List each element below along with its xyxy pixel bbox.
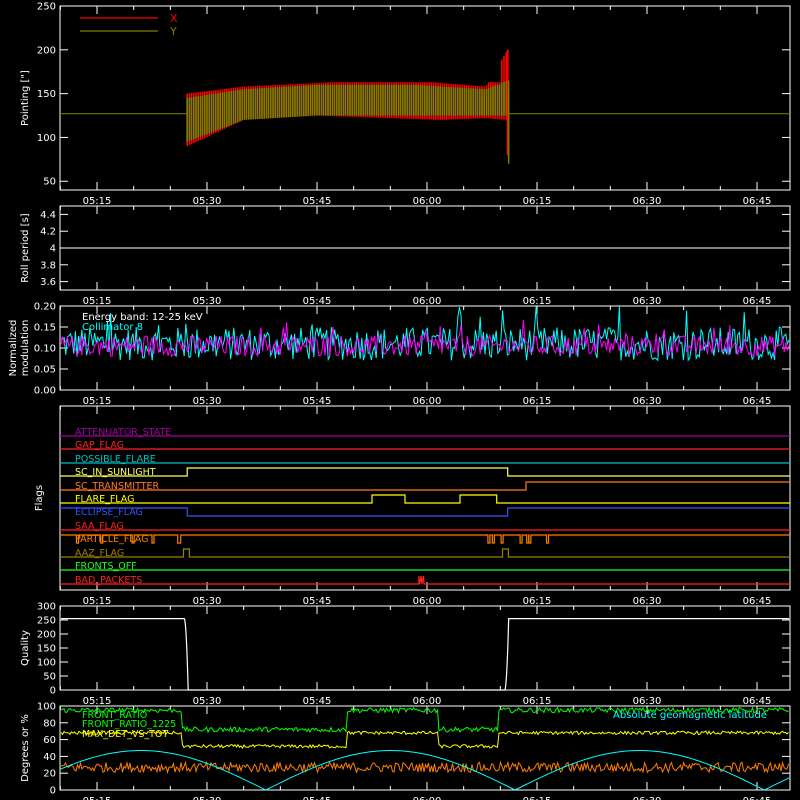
panel-2-ytick-label: 0.00 [34,386,56,397]
panel-5-xtick-label: 06:30 [633,796,662,800]
panel-1-ytick-label: 3.8 [40,260,56,271]
panel-2-xtick-label: 06:45 [743,396,772,407]
panel-5-ytick-label: 60 [43,735,56,746]
panel-2-xtick-label: 05:30 [193,396,222,407]
panel-0-xtick-label: 06:00 [413,196,442,207]
panel-2-ylabel-line2: modulation [20,320,31,377]
panel-2-xtick-label: 06:30 [633,396,662,407]
flag-eclipse-flag-label: ECLIPSE_FLAG [75,507,143,518]
panel-1-ytick-label: 3.6 [40,277,56,288]
panel-0-ytick-label: 250 [37,2,56,13]
panel-4-ytick-label: 50 [43,672,56,683]
panel-2-xtick-label: 05:45 [303,396,332,407]
panel-1-xtick-label: 05:15 [83,296,112,307]
legend-max-det-vs-tot: MAX_DET_VS_TOT [82,729,168,740]
panel-5-xtick-label: 06:45 [743,796,772,800]
panel-1-ylabel: Roll period [s] [20,213,31,282]
panel-5-xtick-label: 06:15 [523,796,552,800]
panel-2-ytick-label: 0.10 [34,344,56,355]
panel-4-xtick-label: 06:15 [523,696,552,707]
panel-2-xtick-label: 06:00 [413,396,442,407]
panel-4-ytick-label: 100 [37,658,56,669]
panel-3-xtick-label: 05:45 [303,596,332,607]
panel-5-ylabel: Degrees or % [20,714,31,782]
panel-3-xtick-label: 05:15 [83,596,112,607]
panel-5-ytick-label: 80 [43,718,56,729]
panel-3-ylabel: Flags [34,485,45,511]
panel-0-xtick-label: 05:30 [193,196,222,207]
panel-4-xtick-label: 06:30 [633,696,662,707]
panel-4-ylabel: Quality [20,630,31,666]
panel-0-ytick-label: 100 [37,133,56,144]
panel-0-xtick-label: 06:30 [633,196,662,207]
panel-5-ytick-label: 0 [50,786,56,797]
panel-4-xtick-label: 05:15 [83,696,112,707]
panel-0-xtick-label: 05:15 [83,196,112,207]
panel-2-xtick-label: 06:15 [523,396,552,407]
panel-4-ytick-label: 200 [37,630,56,641]
panel-0-ytick-label: 150 [37,89,56,100]
panel-2-xtick-label: 05:15 [83,396,112,407]
flag-sc-transmitter-trace [60,481,790,491]
flag-sc-in-sunlight-trace [60,467,790,477]
legend-label-x: X [170,12,178,25]
panel-3-xtick-label: 06:15 [523,596,552,607]
panel-2-ytick-label: 0.05 [34,365,56,376]
panel-2-ytick-label: 0.20 [34,302,56,313]
panel-5-ytick-label: 100 [37,702,56,713]
panel-5-xtick-label: 05:15 [83,796,112,800]
panel-1-xtick-label: 05:30 [193,296,222,307]
panel-5-ytick-label: 40 [43,752,56,763]
panel-5-xtick-label: 06:00 [413,796,442,800]
max-det-vs-tot-series [60,760,789,775]
panel-5-ytick-label: 20 [43,769,56,780]
panel-2-ylabel-line1: Normalized [8,320,19,377]
panel-0-xtick-label: 06:45 [743,196,772,207]
panel-4-ytick-label: 300 [37,602,56,613]
panel-5-xtick-label: 05:30 [193,796,222,800]
panel-0-xtick-label: 05:45 [303,196,332,207]
panel-1-ytick-label: 4.2 [40,227,56,238]
panel-4-ytick-label: 150 [37,644,56,655]
flag-eclipse-flag-trace [60,507,790,517]
flag-flare-flag-trace [60,494,790,504]
stacked-timeseries-plot: 05:15 05:30 05:45 06:00 06:15 06:30 06:45 50 100… [8,2,791,800]
flag-particle-flag-trace [60,534,790,544]
panel-5-xtick-label: 05:45 [303,796,332,800]
flag-bad-packets-trace [60,575,790,585]
panel-4-xtick-label: 05:30 [193,696,222,707]
panel-3-xtick-label: 05:30 [193,596,222,607]
modulation-annotation-1: Collimator 8 [82,322,143,333]
panel-0-ytick-label: 200 [37,45,56,56]
panel-4-ytick-label: 0 [50,686,56,697]
panel-1-xtick-label: 06:45 [743,296,772,307]
panel-4-xtick-label: 06:00 [413,696,442,707]
panel-1-xtick-label: 06:30 [633,296,662,307]
panel-0-xtick-label: 06:15 [523,196,552,207]
front-ratio-series [60,730,789,749]
legend-label-y: Y [169,25,177,38]
panel-4-xtick-label: 05:45 [303,696,332,707]
panel-4-xtick-label: 06:45 [743,696,772,707]
panel-3-xtick-label: 06:45 [743,596,772,607]
panel-3-xtick-label: 06:30 [633,596,662,607]
legend-geomagnetic-latitude: Absolute geomagnetic latitude [613,710,767,721]
panel-1-xtick-label: 05:45 [303,296,332,307]
panel-1-xtick-label: 06:00 [413,296,442,307]
panel-4-ytick-label: 250 [37,616,56,627]
geomagnetic-latitude-series [59,750,791,791]
panel-1-xtick-label: 06:15 [523,296,552,307]
panel-2-ytick-label: 0.15 [34,323,56,334]
flag-particle-flag-label: PARTICLE_FLAG [75,534,148,545]
panel-0-ytick-label: 50 [43,177,56,188]
panel-1-ytick-label: 4 [50,244,56,255]
rhessi-quicklook-plot: 05:15 05:30 05:45 06:00 06:15 06:30 06:45 50 100… [0,0,800,800]
panel-0-ylabel: Pointing ["] [20,70,31,126]
panel-1-ytick-label: 4.4 [40,210,56,221]
panel-3-xtick-label: 06:00 [413,596,442,607]
flag-aaz-flag-trace [60,548,790,558]
quality-series [61,617,789,691]
